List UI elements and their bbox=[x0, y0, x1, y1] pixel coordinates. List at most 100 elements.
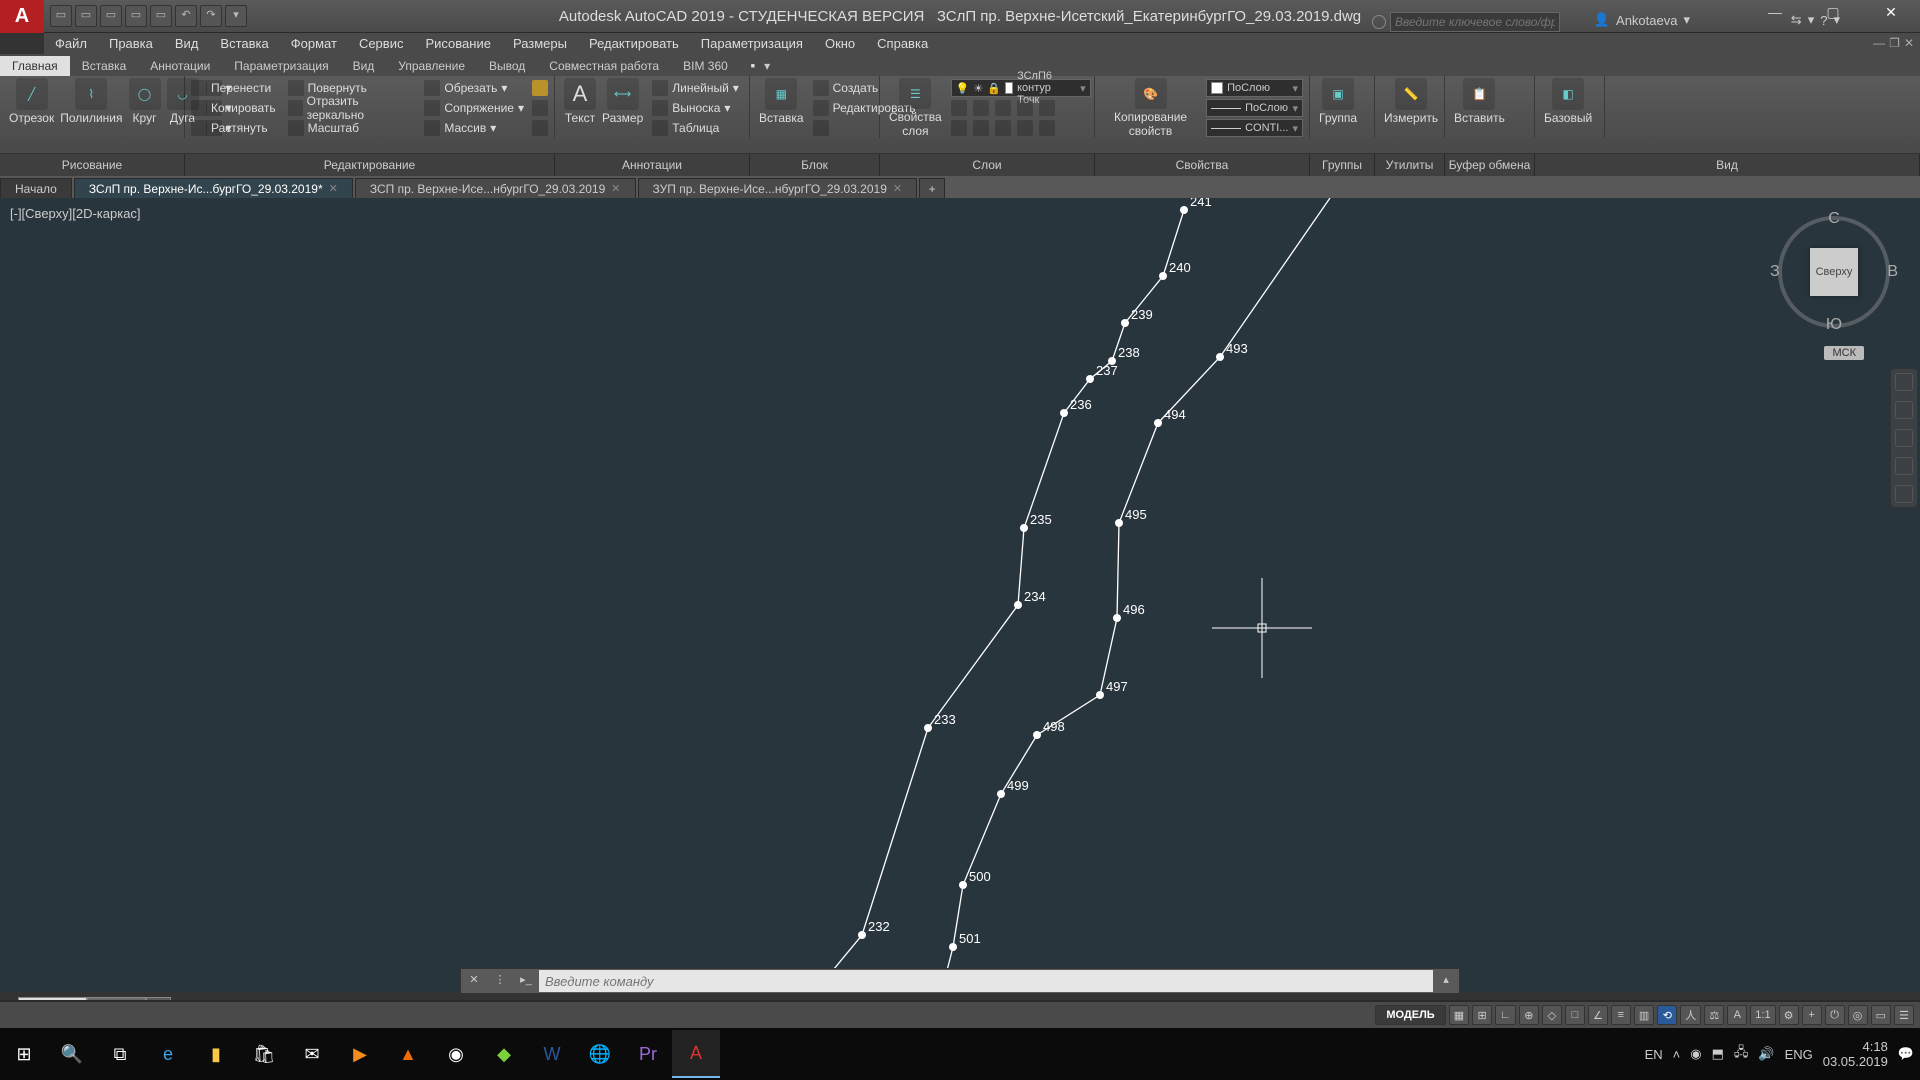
leader-button[interactable]: Выноска▾ bbox=[652, 99, 739, 117]
tray-chevron-icon[interactable]: ˄ bbox=[1673, 1047, 1681, 1062]
drawing-tab-add[interactable]: + bbox=[919, 178, 945, 198]
menu-edit[interactable]: Правка bbox=[98, 36, 164, 51]
tab-bim360[interactable]: BIM 360 bbox=[671, 56, 740, 76]
taskview-icon[interactable]: ⧉ bbox=[96, 1030, 144, 1078]
group-button[interactable]: ▣Группа bbox=[1316, 78, 1360, 138]
menu-view[interactable]: Вид bbox=[164, 36, 210, 51]
trim-button[interactable]: Обрезать▾ bbox=[424, 79, 524, 97]
array-button[interactable]: Массив▾ bbox=[424, 119, 524, 137]
tray-network-icon[interactable]: 🖧 bbox=[1734, 1043, 1749, 1065]
mirror-button[interactable]: Отразить зеркально bbox=[288, 99, 413, 117]
nav-showmo-icon[interactable] bbox=[1895, 485, 1913, 503]
tray-lang1[interactable]: EN bbox=[1645, 1047, 1663, 1062]
tab-output[interactable]: Вывод bbox=[477, 56, 537, 76]
customize-status-icon[interactable]: ☰ bbox=[1894, 1005, 1914, 1025]
menu-format[interactable]: Формат bbox=[280, 36, 348, 51]
grid-toggle-icon[interactable]: ▦ bbox=[1449, 1005, 1469, 1025]
paste-button[interactable]: 📋Вставить bbox=[1451, 78, 1508, 138]
close-icon[interactable]: ✕ bbox=[611, 182, 620, 195]
search-task-icon[interactable]: 🔍 bbox=[48, 1030, 96, 1078]
fillet-button[interactable]: Сопряжение▾ bbox=[424, 99, 524, 117]
menu-insert[interactable]: Вставка bbox=[209, 36, 279, 51]
line-button[interactable]: ╱Отрезок bbox=[6, 78, 57, 138]
menu-parametric[interactable]: Параметризация bbox=[690, 36, 814, 51]
model-space-button[interactable]: МОДЕЛЬ bbox=[1375, 1005, 1445, 1025]
dimension-button[interactable]: ⟷Размер bbox=[599, 78, 646, 138]
layer-merge-icon[interactable] bbox=[1039, 120, 1055, 136]
wcs-button[interactable]: МСК bbox=[1824, 346, 1864, 360]
snap-toggle-icon[interactable]: ⊞ bbox=[1472, 1005, 1492, 1025]
linetype-combo[interactable]: CONTI...▾ bbox=[1206, 119, 1303, 137]
layer-match-icon[interactable] bbox=[951, 120, 967, 136]
panel-title-clip[interactable]: Буфер обмена bbox=[1445, 154, 1535, 176]
doc-close-icon[interactable]: ✕ bbox=[1904, 36, 1914, 50]
app-icon[interactable]: ◆ bbox=[480, 1030, 528, 1078]
polar-toggle-icon[interactable]: ⊕ bbox=[1519, 1005, 1539, 1025]
nav-zoom-icon[interactable] bbox=[1895, 429, 1913, 447]
menu-draw[interactable]: Рисование bbox=[414, 36, 501, 51]
user-account[interactable]: 👤 Ankotaeva ▾ bbox=[1594, 12, 1690, 28]
chrome-icon[interactable]: 🌐 bbox=[576, 1030, 624, 1078]
cmd-close-icon[interactable]: ✕ bbox=[461, 969, 487, 993]
store-icon[interactable]: 🛍 bbox=[240, 1030, 288, 1078]
track-toggle-icon[interactable]: ∠ bbox=[1588, 1005, 1608, 1025]
viewcube[interactable]: С Ю З В Сверху bbox=[1774, 212, 1894, 332]
color-combo[interactable]: ПоСлою▾ bbox=[1206, 79, 1303, 97]
menu-help[interactable]: Справка bbox=[866, 36, 939, 51]
drawing-tab-start[interactable]: Начало bbox=[0, 178, 72, 198]
block-attr-icon[interactable] bbox=[813, 120, 829, 136]
mail-icon[interactable]: ✉ bbox=[288, 1030, 336, 1078]
edge-icon[interactable]: e bbox=[144, 1030, 192, 1078]
transparency-icon[interactable]: ▥ bbox=[1634, 1005, 1654, 1025]
panel-title-groups[interactable]: Группы bbox=[1310, 154, 1375, 176]
start-button[interactable]: ⊞ bbox=[0, 1030, 48, 1078]
stretch-button[interactable]: Растянуть bbox=[191, 119, 276, 137]
tab-home[interactable]: Главная bbox=[0, 56, 70, 76]
tab-more-icon[interactable]: ▫️ ▾ bbox=[740, 56, 776, 76]
measure-button[interactable]: 📏Измерить bbox=[1381, 78, 1441, 138]
gear-icon[interactable]: ⚙ bbox=[1779, 1005, 1799, 1025]
menu-dimension[interactable]: Размеры bbox=[502, 36, 578, 51]
lineweight-toggle-icon[interactable]: ≡ bbox=[1611, 1005, 1631, 1025]
doc-minimize-icon[interactable]: — bbox=[1873, 36, 1885, 50]
maximize-vp-icon[interactable]: + bbox=[1802, 1005, 1822, 1025]
vlc-icon[interactable]: ▲ bbox=[384, 1030, 432, 1078]
ortho-toggle-icon[interactable]: ∟ bbox=[1495, 1005, 1516, 1025]
menu-modify[interactable]: Редактировать bbox=[578, 36, 690, 51]
minimize-button[interactable]: — bbox=[1746, 0, 1804, 26]
annoauto-icon[interactable]: A bbox=[1727, 1005, 1747, 1025]
cmd-history-icon[interactable]: ▴ bbox=[1433, 969, 1459, 993]
close-icon[interactable]: ✕ bbox=[329, 182, 338, 195]
panel-title-block[interactable]: Блок bbox=[750, 154, 880, 176]
command-line[interactable]: ✕ ⋮ ▸_ ▴ bbox=[460, 968, 1460, 994]
layer-freeze-icon[interactable] bbox=[973, 100, 989, 116]
annoscale-icon[interactable]: 人 bbox=[1680, 1005, 1701, 1025]
qat-saveas-icon[interactable]: ▭ bbox=[125, 5, 147, 27]
move-button[interactable]: Перенести bbox=[191, 79, 276, 97]
premiere-icon[interactable]: Pr bbox=[624, 1030, 672, 1078]
layer-iso-icon[interactable] bbox=[1039, 100, 1055, 116]
explode-icon[interactable] bbox=[532, 100, 548, 116]
lineweight-combo[interactable]: ПоСлою▾ bbox=[1206, 99, 1303, 117]
menu-tools[interactable]: Сервис bbox=[348, 36, 415, 51]
explorer-icon[interactable]: ▮ bbox=[192, 1030, 240, 1078]
layer-make-icon[interactable] bbox=[973, 120, 989, 136]
tab-collab[interactable]: Совместная работа bbox=[537, 56, 671, 76]
polyline-button[interactable]: ⌇Полилиния bbox=[57, 78, 125, 138]
panel-title-draw[interactable]: Рисование bbox=[0, 154, 185, 176]
cmd-handle-icon[interactable]: ⋮ bbox=[487, 969, 513, 993]
nav-wheel-icon[interactable] bbox=[1895, 373, 1913, 391]
offset-icon[interactable] bbox=[532, 120, 548, 136]
hw-accel-icon[interactable]: ⏻ bbox=[1825, 1005, 1845, 1025]
qat-save-icon[interactable]: ▭ bbox=[100, 5, 122, 27]
media-icon[interactable]: ▶ bbox=[336, 1030, 384, 1078]
copy-button[interactable]: Копировать bbox=[191, 99, 276, 117]
baseview-button[interactable]: ◧Базовый bbox=[1541, 78, 1595, 138]
match-props-button[interactable]: 🎨Копирование свойств bbox=[1101, 78, 1200, 138]
close-icon[interactable]: ✕ bbox=[893, 182, 902, 195]
tray-notifications-icon[interactable]: 💬 bbox=[1898, 1046, 1914, 1062]
layer-walk-icon[interactable] bbox=[995, 120, 1011, 136]
tab-view[interactable]: Вид bbox=[341, 56, 387, 76]
qat-new-icon[interactable]: ▭ bbox=[50, 5, 72, 27]
drawing-tab-1[interactable]: ЗСлП пр. Верхне-Ис...бургГО_29.03.2019*✕ bbox=[74, 178, 353, 198]
